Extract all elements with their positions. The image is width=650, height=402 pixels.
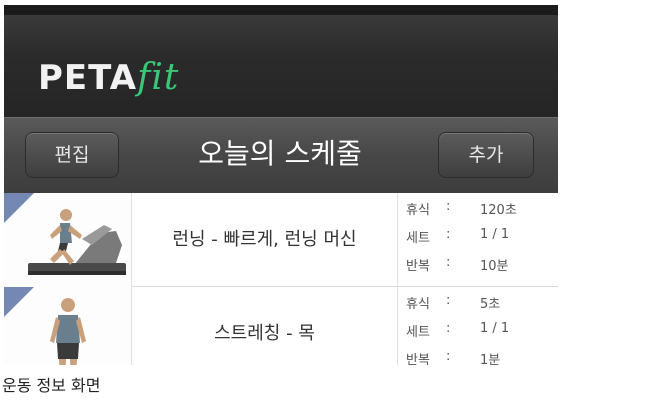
stat-label: 반복 bbox=[406, 353, 430, 365]
exercise-stats: 휴식:5초 세트:1 / 1 반복:1분 bbox=[400, 287, 558, 365]
stat-value: 1 / 1 bbox=[480, 321, 510, 336]
stat-rest: 휴식:120초 bbox=[406, 199, 517, 218]
exercise-stats: 휴식:120초 세트:1 / 1 반복:10분 bbox=[400, 193, 558, 287]
edit-button[interactable]: 편집 bbox=[25, 132, 119, 178]
petafit-logo: PETAfit bbox=[38, 57, 179, 98]
exercise-name: 런닝 - 빠르게, 런닝 머신 bbox=[132, 193, 398, 287]
list-item[interactable]: 런닝 - 빠르게, 런닝 머신 휴식:120초 세트:1 / 1 반복:10분 bbox=[4, 193, 558, 287]
stat-value: 1 / 1 bbox=[480, 227, 510, 242]
stat-reps: 반복:1분 bbox=[400, 349, 558, 365]
stat-label: 휴식 bbox=[406, 203, 430, 218]
schedule-list: 런닝 - 빠르게, 런닝 머신 휴식:120초 세트:1 / 1 반복:10분 bbox=[4, 193, 558, 365]
stat-value: 10분 bbox=[480, 259, 509, 274]
exercise-thumbnail-stretching bbox=[4, 287, 132, 365]
stat-label: 휴식 bbox=[406, 297, 430, 312]
logo-main: PETA bbox=[38, 58, 138, 98]
stat-label: 세트 bbox=[406, 231, 430, 246]
corner-marker bbox=[4, 287, 34, 317]
stat-value: 1분 bbox=[480, 353, 501, 365]
figure-caption: 운동 정보 화면 bbox=[2, 376, 101, 395]
stat-rest: 휴식:5초 bbox=[406, 293, 501, 312]
app-screenshot: PETAfit 편집 오늘의 스케줄 추가 런닝 - 빠르게, 런닝 머신 휴식… bbox=[4, 5, 558, 365]
title-bar: 편집 오늘의 스케줄 추가 bbox=[4, 117, 558, 193]
stat-value: 5초 bbox=[480, 297, 501, 312]
add-button[interactable]: 추가 bbox=[438, 132, 534, 178]
stat-label: 세트 bbox=[406, 325, 430, 340]
stat-label: 반복 bbox=[406, 259, 430, 274]
corner-marker bbox=[4, 193, 34, 223]
page-title: 오늘의 스케줄 bbox=[198, 137, 362, 170]
app-header: PETAfit bbox=[4, 5, 558, 117]
stat-sets: 세트:1 / 1 bbox=[406, 227, 510, 246]
stat-value: 120초 bbox=[480, 203, 517, 218]
exercise-thumbnail-running bbox=[4, 193, 132, 287]
logo-accent: fit bbox=[137, 57, 180, 98]
exercise-name: 스트레칭 - 목 bbox=[132, 287, 398, 365]
stat-sets: 세트:1 / 1 bbox=[406, 321, 510, 340]
stat-reps: 반복:10분 bbox=[406, 255, 509, 274]
list-item[interactable]: 스트레칭 - 목 휴식:5초 세트:1 / 1 반복:1분 bbox=[4, 287, 558, 365]
